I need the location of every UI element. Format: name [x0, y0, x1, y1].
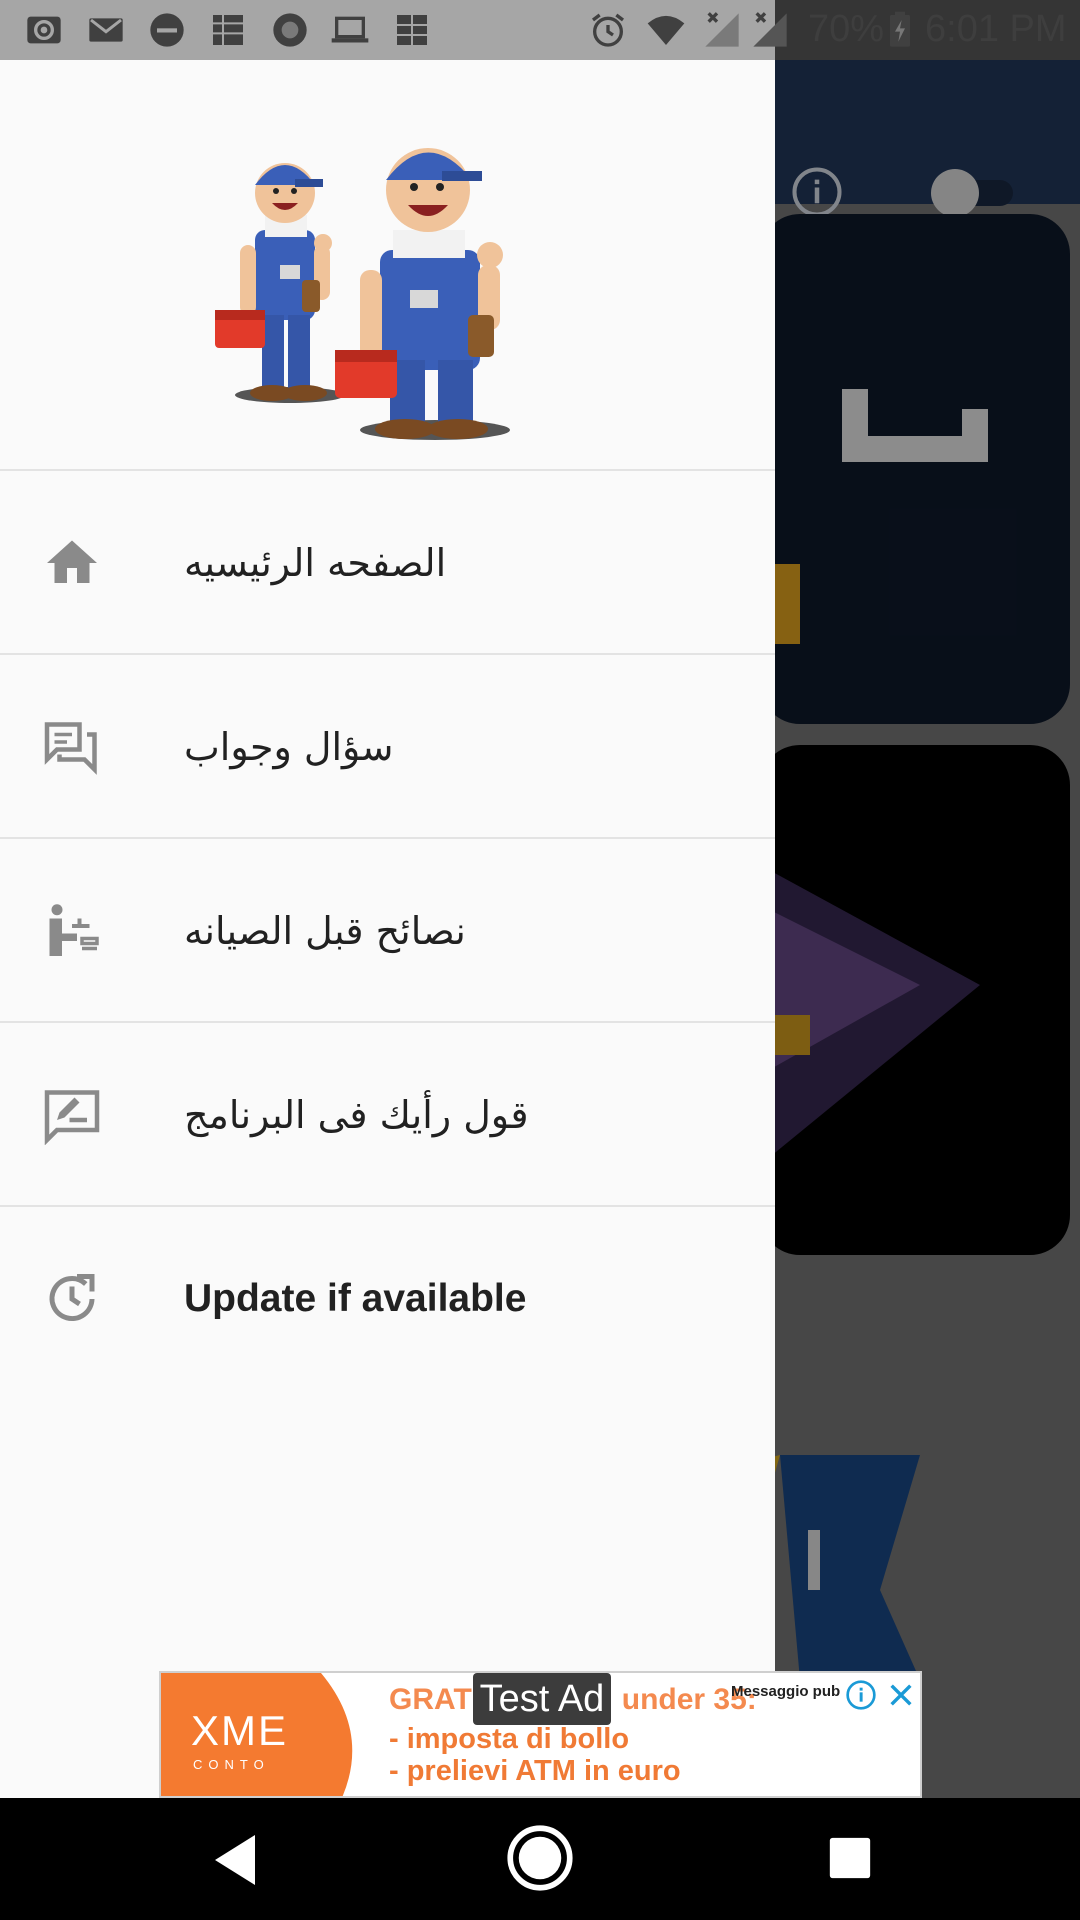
navigation-drawer: الصفحه الرئيسيه سؤال وجواب نصائح قبل الص…	[0, 60, 775, 1798]
app-icon	[397, 15, 427, 45]
drawer-item-review[interactable]: قول رأيك فى البرنامج	[0, 1023, 775, 1207]
drawer-item-home[interactable]: الصفحه الرئيسيه	[0, 471, 775, 655]
drawer-item-label: Update if available	[184, 1277, 527, 1320]
repairmen-illustration	[215, 148, 510, 440]
update-icon	[49, 1274, 95, 1321]
wifi-icon	[647, 15, 685, 45]
signal-icon	[705, 12, 739, 47]
battery-percent: 70%	[808, 8, 885, 50]
ad-brand-subtitle: CONTO	[193, 1757, 270, 1772]
service-icon	[49, 904, 99, 956]
alarm-icon	[592, 13, 624, 47]
rate-review-icon	[44, 1090, 100, 1145]
laptop-icon	[331, 16, 369, 43]
dnd-icon	[150, 13, 184, 47]
drawer-item-label: قول رأيك فى البرنامج	[184, 1093, 529, 1137]
drawer-header	[0, 60, 775, 471]
drawer-item-label: سؤال وجواب	[184, 725, 394, 769]
ad-brand-logo: XME	[191, 1707, 289, 1754]
signal-icon	[753, 12, 787, 47]
ad-label: Messaggio pub	[731, 1683, 841, 1700]
drawer-item-label: الصفحه الرئيسيه	[184, 541, 447, 585]
ad-banner[interactable]: XME CONTO GRAT under 35: - imposta di bol…	[159, 1671, 922, 1798]
adchoices-info-icon[interactable]	[845, 1679, 877, 1711]
drawer-item-qa[interactable]: سؤال وجواب	[0, 655, 775, 839]
status-bar: 70% 6:01 PM	[0, 0, 1080, 60]
recents-icon[interactable]	[828, 1836, 872, 1880]
home-button-icon[interactable]	[506, 1824, 574, 1892]
forum-icon	[44, 722, 97, 775]
ad-close-icon[interactable]	[885, 1679, 917, 1711]
record-icon	[273, 13, 307, 47]
cast-icon	[27, 16, 61, 44]
home-icon	[47, 540, 97, 583]
ad-text-line: - imposta di bollo	[389, 1723, 630, 1755]
back-icon[interactable]	[205, 1830, 265, 1890]
ad-text-line: - prelievi ATM in euro	[389, 1755, 681, 1787]
drawer-item-label: نصائح قبل الصيانه	[184, 909, 466, 953]
clock: 6:01 PM	[925, 8, 1067, 50]
battery-charging-icon	[890, 11, 910, 47]
system-nav-bar	[0, 1798, 1080, 1920]
drawer-item-tips[interactable]: نصائح قبل الصيانه	[0, 839, 775, 1023]
mail-icon	[89, 18, 123, 42]
ad-brand-panel: XME CONTO	[161, 1673, 361, 1796]
drawer-item-update[interactable]: Update if available	[0, 1207, 775, 1391]
app-icon	[213, 15, 243, 45]
test-ad-badge: Test Ad	[473, 1673, 611, 1725]
